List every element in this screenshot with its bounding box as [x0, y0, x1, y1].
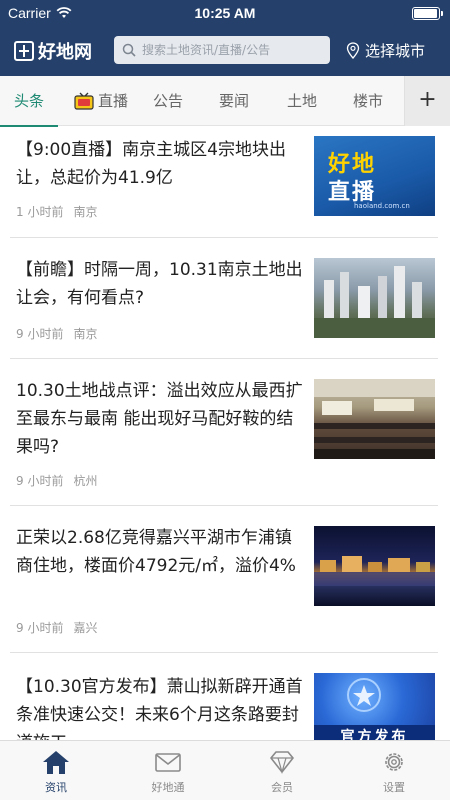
gear-icon — [385, 753, 403, 771]
meeting-room-image — [314, 379, 435, 459]
tab-bar-label: 设置 — [383, 781, 405, 794]
emblem-icon — [347, 678, 381, 712]
tab-headlines[interactable]: 头条 — [0, 76, 58, 127]
logo[interactable]: 好地网 — [14, 38, 92, 64]
tv-icon — [74, 92, 94, 110]
article-meta: 9 小时前 南京 — [16, 325, 97, 342]
tab-label: 公告 — [152, 92, 183, 110]
tab-news[interactable]: 要闻 — [212, 76, 256, 126]
article-time: 9 小时前 — [16, 327, 64, 341]
article-title: 10.30土地战点评：溢出效应从最西扩至最东与最南 能出现好马配好鞍的结果吗? — [16, 381, 303, 457]
city-label: 选择城市 — [365, 42, 426, 60]
tab-bar-label: 好地通 — [151, 781, 185, 794]
tab-news-feed[interactable]: 资讯 — [0, 741, 112, 800]
article-time: 1 小时前 — [16, 205, 64, 219]
article-title: 正荣以2.68亿竞得嘉兴平湖市乍浦镇商住地，楼面价4792元/㎡，溢价4% — [16, 528, 296, 576]
tab-label: 土地 — [286, 92, 317, 110]
bottom-tab-bar: 资讯 好地通 会员 设置 — [0, 740, 450, 800]
article-time: 9 小时前 — [16, 474, 64, 488]
tab-announcements[interactable]: 公告 — [146, 76, 190, 126]
article-item[interactable]: 10.30土地战点评：溢出效应从最西扩至最东与最南 能出现好马配好鞍的结果吗? … — [10, 359, 438, 506]
add-tab-button[interactable]: + — [404, 76, 450, 126]
logo-text: 好地网 — [38, 42, 92, 63]
tab-bar-label: 会员 — [271, 781, 293, 794]
thumb-label: 官方发布 — [314, 725, 435, 740]
article-title: 【9:00直播】南京主城区4宗地块出让，总起价为41.9亿 — [16, 140, 286, 188]
logo-mark-icon — [14, 41, 34, 61]
article-thumbnail — [314, 379, 435, 459]
app-header: 好地网 选择城市 — [0, 26, 450, 76]
tab-label: 要闻 — [218, 92, 249, 110]
battery-icon — [412, 7, 443, 20]
search-icon — [122, 43, 136, 57]
article-city: 南京 — [73, 205, 98, 219]
clock: 10:25 AM — [194, 5, 256, 21]
article-thumbnail — [314, 258, 435, 338]
article-city: 南京 — [73, 327, 98, 341]
tab-membership[interactable]: 会员 — [226, 741, 338, 800]
news-feed[interactable]: 【9:00直播】南京主城区4宗地块出让，总起价为41.9亿 1 小时前 南京 好… — [0, 126, 450, 740]
article-meta: 9 小时前 嘉兴 — [16, 619, 97, 636]
article-meta: 1 小时前 南京 — [16, 203, 97, 220]
search-input[interactable] — [142, 43, 322, 57]
home-icon — [43, 751, 69, 774]
tab-label: 头条 — [13, 92, 44, 110]
location-pin-icon — [346, 42, 360, 59]
tab-label: 楼市 — [352, 92, 383, 110]
article-city: 杭州 — [73, 474, 98, 488]
tab-settings[interactable]: 设置 — [338, 741, 450, 800]
city-skyline-image — [314, 266, 435, 338]
tab-bar-label: 资讯 — [45, 781, 67, 794]
article-city: 嘉兴 — [73, 621, 98, 635]
tab-live[interactable]: 直播 — [74, 76, 134, 126]
search-box[interactable] — [114, 36, 330, 64]
tab-land[interactable]: 土地 — [280, 76, 324, 126]
article-thumbnail — [314, 526, 435, 606]
tab-label: 直播 — [98, 92, 129, 110]
thumb-caption: haoland.com.cn — [354, 202, 410, 210]
battery-level — [414, 9, 438, 18]
city-selector[interactable]: 选择城市 — [346, 40, 425, 61]
article-thumbnail: 官方发布 — [314, 673, 435, 740]
article-title: 【10.30官方发布】萧山拟新辟开通首条准快速公交！未来6个月这条路要封道施工 — [16, 677, 303, 740]
tab-property[interactable]: 楼市 — [346, 76, 390, 126]
diamond-icon — [270, 751, 294, 775]
article-item[interactable]: 【9:00直播】南京主城区4宗地块出让，总起价为41.9亿 1 小时前 南京 好… — [10, 126, 438, 238]
article-item[interactable]: 【前瞻】时隔一周，10.31南京土地出让会，有何看点? 9 小时前 南京 — [10, 238, 438, 359]
article-time: 9 小时前 — [16, 621, 64, 635]
article-meta: 9 小时前 杭州 — [16, 472, 97, 489]
mail-icon — [155, 753, 181, 772]
status-bar: Carrier 10:25 AM — [0, 0, 450, 26]
night-town-image — [314, 556, 435, 586]
article-thumbnail: 好地 直播 haoland.com.cn — [314, 136, 435, 216]
article-title: 【前瞻】时隔一周，10.31南京土地出让会，有何看点? — [16, 260, 303, 308]
tab-haoditong[interactable]: 好地通 — [112, 741, 224, 800]
article-item[interactable]: 【10.30官方发布】萧山拟新辟开通首条准快速公交！未来6个月这条路要封道施工 … — [10, 653, 438, 740]
category-tabs: 头条 直播 公告 要闻 土地 楼市 + — [0, 76, 450, 127]
article-item[interactable]: 正荣以2.68亿竞得嘉兴平湖市乍浦镇商住地，楼面价4792元/㎡，溢价4% 9 … — [10, 506, 438, 653]
